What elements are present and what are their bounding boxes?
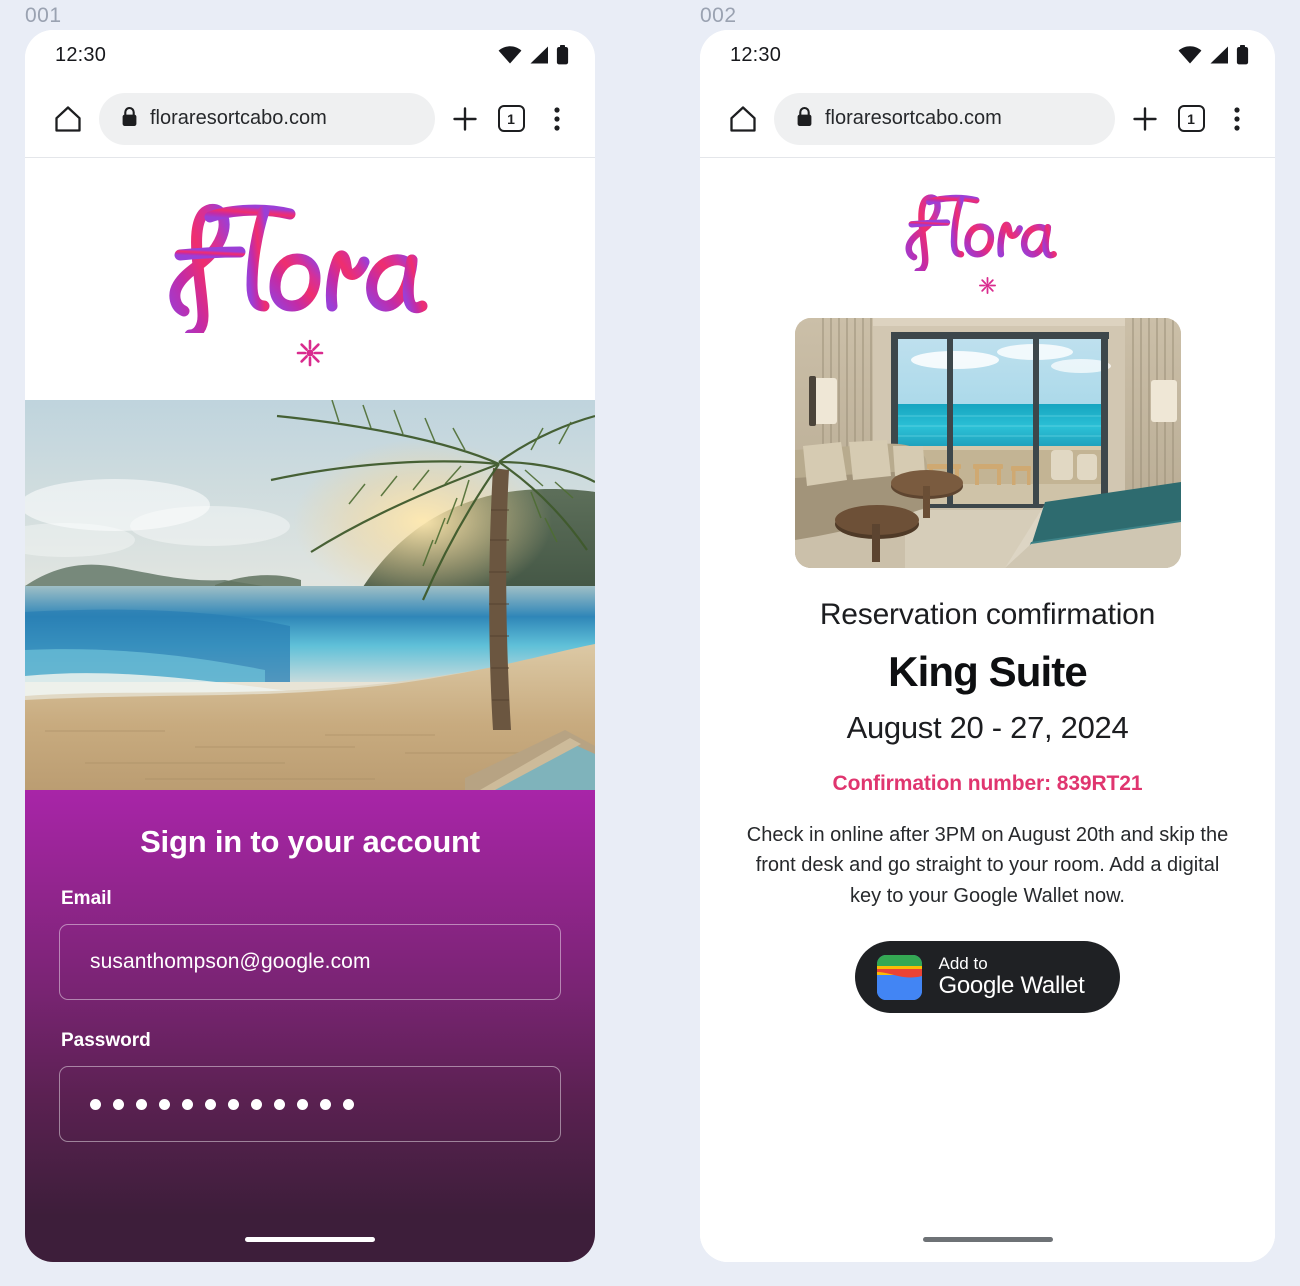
password-field[interactable] [59, 1066, 561, 1142]
home-indicator[interactable] [922, 1236, 1053, 1242]
tab-count-button[interactable]: 1 [495, 103, 527, 135]
phone-mock-signin: 12:30 floraresortcabo.com 1 Sign in to y… [25, 30, 595, 1262]
address-bar-url: floraresortcabo.com [150, 107, 327, 129]
tab-count-button[interactable]: 1 [1175, 103, 1207, 135]
cell-signal-icon [529, 46, 549, 64]
reservation-dates: August 20 - 27, 2024 [846, 710, 1129, 745]
reservation-confirmation-block: Reservation comfirmation King Suite Augu… [700, 318, 1275, 1216]
page-content-signin: Sign in to your account Email susanthomp… [25, 158, 595, 1262]
status-bar: 12:30 [700, 30, 1275, 80]
home-icon[interactable] [726, 102, 760, 136]
battery-icon [1236, 45, 1249, 65]
signin-panel: Sign in to your account Email susanthomp… [25, 790, 595, 1216]
password-label: Password [61, 1030, 151, 1051]
home-indicator-zone [700, 1216, 1275, 1262]
hotel-suite-ocean-view-photo [794, 318, 1181, 568]
more-vert-icon[interactable] [541, 103, 573, 135]
room-name-title: King Suite [888, 648, 1088, 695]
wallet-button-line2: Google Wallet [938, 972, 1085, 1000]
password-field-value [90, 1098, 354, 1110]
status-time: 12:30 [730, 43, 782, 66]
email-field[interactable]: susanthompson@google.com [59, 924, 561, 1000]
screenshot-board: 001 002 12:30 floraresortcabo.com 1 Sign… [0, 0, 1300, 1286]
status-icon-group [1178, 45, 1249, 65]
frame-label-002: 002 [700, 4, 737, 27]
browser-toolbar: floraresortcabo.com 1 [700, 80, 1275, 158]
home-indicator-zone [25, 1216, 595, 1262]
add-to-google-wallet-button[interactable]: Add to Google Wallet [854, 941, 1121, 1014]
flora-wordmark-logo [900, 187, 1076, 276]
status-icon-group [498, 45, 569, 65]
cell-signal-icon [1209, 46, 1229, 64]
lock-icon [796, 106, 813, 132]
phone-mock-confirmation: 12:30 floraresortcabo.com 1 Reservation … [700, 30, 1275, 1262]
status-bar: 12:30 [25, 30, 595, 80]
flora-wordmark-logo [160, 193, 460, 341]
page-content-confirmation: Reservation comfirmation King Suite Augu… [700, 158, 1275, 1262]
home-icon[interactable] [51, 102, 85, 136]
wifi-icon [1178, 46, 1202, 64]
battery-icon [556, 45, 569, 65]
home-indicator[interactable] [245, 1236, 375, 1242]
confirmation-number: Confirmation number: 839RT21 [832, 772, 1143, 795]
plus-icon[interactable] [449, 103, 481, 135]
tab-count-label: 1 [1177, 105, 1205, 132]
frame-label-001: 001 [25, 4, 62, 27]
tab-count-label: 1 [497, 105, 525, 132]
address-bar[interactable]: floraresortcabo.com [99, 92, 435, 145]
brand-logo-block [700, 158, 1275, 318]
signin-heading: Sign in to your account [140, 824, 480, 859]
plus-icon[interactable] [1129, 103, 1161, 135]
more-vert-icon[interactable] [1221, 103, 1253, 135]
wallet-button-line1: Add to [938, 954, 988, 974]
checkin-instructions: Check in online after 3PM on August 20th… [746, 824, 1229, 907]
wifi-icon [498, 46, 522, 64]
email-field-value: susanthompson@google.com [90, 950, 371, 973]
address-bar-url: floraresortcabo.com [825, 107, 1002, 129]
asterisk-flower-icon [295, 338, 325, 373]
asterisk-flower-icon [978, 276, 997, 300]
google-wallet-icon [876, 954, 922, 1000]
beach-hero-image [25, 400, 595, 790]
brand-logo-block [25, 158, 595, 400]
browser-toolbar: floraresortcabo.com 1 [25, 80, 595, 158]
address-bar[interactable]: floraresortcabo.com [774, 92, 1115, 145]
reservation-subtitle: Reservation comfirmation [819, 598, 1156, 631]
lock-icon [121, 106, 138, 132]
status-time: 12:30 [55, 43, 107, 66]
email-label: Email [61, 888, 112, 909]
wallet-button-text: Add to Google Wallet [939, 954, 1085, 1000]
